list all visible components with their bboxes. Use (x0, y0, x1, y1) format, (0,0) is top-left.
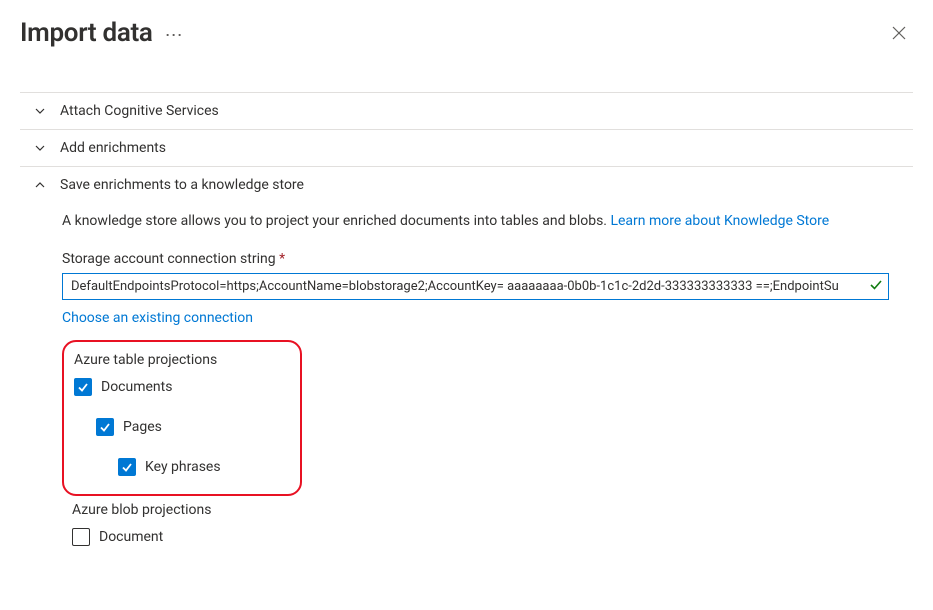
checkbox-documents[interactable] (74, 378, 92, 396)
valid-check-icon (869, 278, 883, 296)
checkbox-row-document-blob: Document (72, 528, 889, 546)
blob-projections-group: Azure blob projections Document (62, 502, 889, 546)
section-add-enrichments: Add enrichments (20, 129, 913, 166)
section-attach-cognitive-services: Attach Cognitive Services (20, 92, 913, 129)
learn-more-link[interactable]: Learn more about Knowledge Store (610, 213, 829, 229)
chevron-down-icon (34, 105, 46, 117)
checkbox-pages-label: Pages (123, 419, 162, 435)
close-button[interactable] (885, 19, 913, 47)
section-enrich-label: Add enrichments (60, 140, 166, 156)
chevron-down-icon (34, 142, 46, 154)
table-projections-highlight: Azure table projections Documents Pages (62, 340, 302, 496)
checkbox-document-blob[interactable] (72, 528, 90, 546)
checkbox-row-documents: Documents (74, 378, 290, 396)
checkbox-pages[interactable] (96, 418, 114, 436)
more-icon[interactable]: ⋯ (165, 25, 184, 46)
checkbox-documents-label: Documents (101, 379, 172, 395)
table-projections-title: Azure table projections (74, 352, 290, 368)
close-icon (892, 26, 906, 40)
section-save-body: A knowledge store allows you to project … (20, 203, 913, 570)
section-header-attach[interactable]: Attach Cognitive Services (20, 93, 913, 129)
blob-projections-title: Azure blob projections (72, 502, 889, 518)
section-save-label: Save enrichments to a knowledge store (60, 177, 304, 193)
checkbox-document-blob-label: Document (99, 529, 163, 545)
knowledge-store-description: A knowledge store allows you to project … (62, 213, 889, 229)
section-header-save[interactable]: Save enrichments to a knowledge store (20, 167, 913, 203)
section-header-enrich[interactable]: Add enrichments (20, 130, 913, 166)
choose-existing-connection-link[interactable]: Choose an existing connection (62, 310, 889, 326)
chevron-up-icon (34, 179, 46, 191)
header: Import data ⋯ (20, 18, 913, 48)
checkbox-row-key-phrases: Key phrases (118, 458, 290, 476)
checkbox-key-phrases[interactable] (118, 458, 136, 476)
section-attach-label: Attach Cognitive Services (60, 103, 219, 119)
conn-string-label: Storage account connection string * (62, 251, 889, 267)
checkbox-row-pages: Pages (96, 418, 290, 436)
conn-string-input[interactable] (62, 273, 889, 300)
page-title: Import data (20, 18, 153, 48)
checkbox-key-phrases-label: Key phrases (145, 459, 221, 475)
section-save-enrichments: Save enrichments to a knowledge store A … (20, 166, 913, 570)
